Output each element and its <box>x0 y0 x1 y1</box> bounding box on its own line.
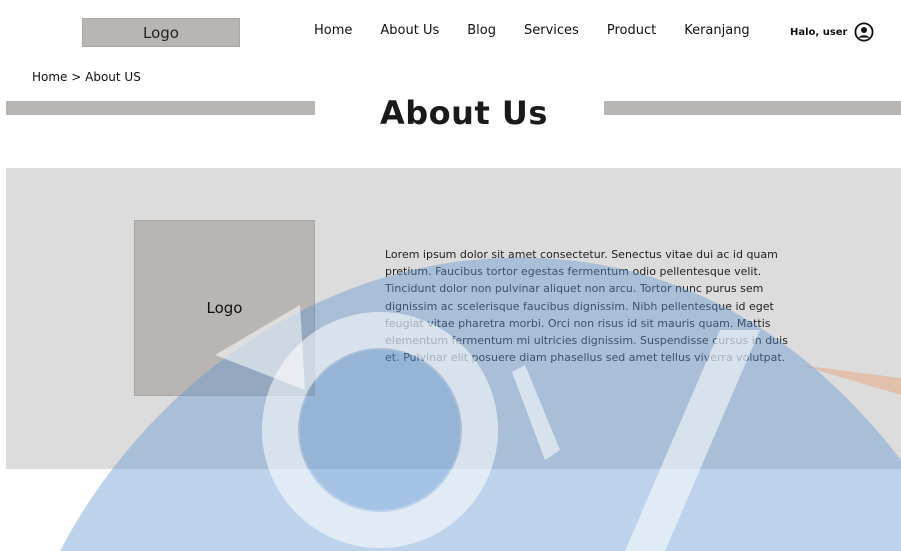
nav-link-services[interactable]: Services <box>524 23 579 38</box>
page-title: About Us <box>380 94 548 132</box>
header-logo-label: Logo <box>143 23 179 42</box>
header-logo[interactable]: Logo <box>82 18 240 47</box>
user-greeting: Halo, user <box>790 26 848 38</box>
nav-link-product[interactable]: Product <box>607 23 656 38</box>
nav-link-keranjang[interactable]: Keranjang <box>684 23 750 38</box>
about-description: Lorem ipsum dolor sit amet consectetur. … <box>385 248 788 365</box>
breadcrumb[interactable]: Home > About US <box>32 70 141 84</box>
user-circle-icon[interactable] <box>854 22 874 42</box>
about-logo-label: Logo <box>206 299 243 317</box>
title-divider-left <box>6 101 315 115</box>
main-nav: Home About Us Blog Services Product Kera… <box>314 23 750 38</box>
title-divider-right <box>604 101 901 115</box>
about-logo-placeholder: Logo <box>134 220 315 396</box>
nav-link-about-us[interactable]: About Us <box>380 23 439 38</box>
user-menu[interactable]: Halo, user <box>790 22 874 42</box>
nav-link-blog[interactable]: Blog <box>467 23 496 38</box>
site-header: Logo Home About Us Blog Services Product… <box>0 0 901 62</box>
nav-link-home[interactable]: Home <box>314 23 352 38</box>
